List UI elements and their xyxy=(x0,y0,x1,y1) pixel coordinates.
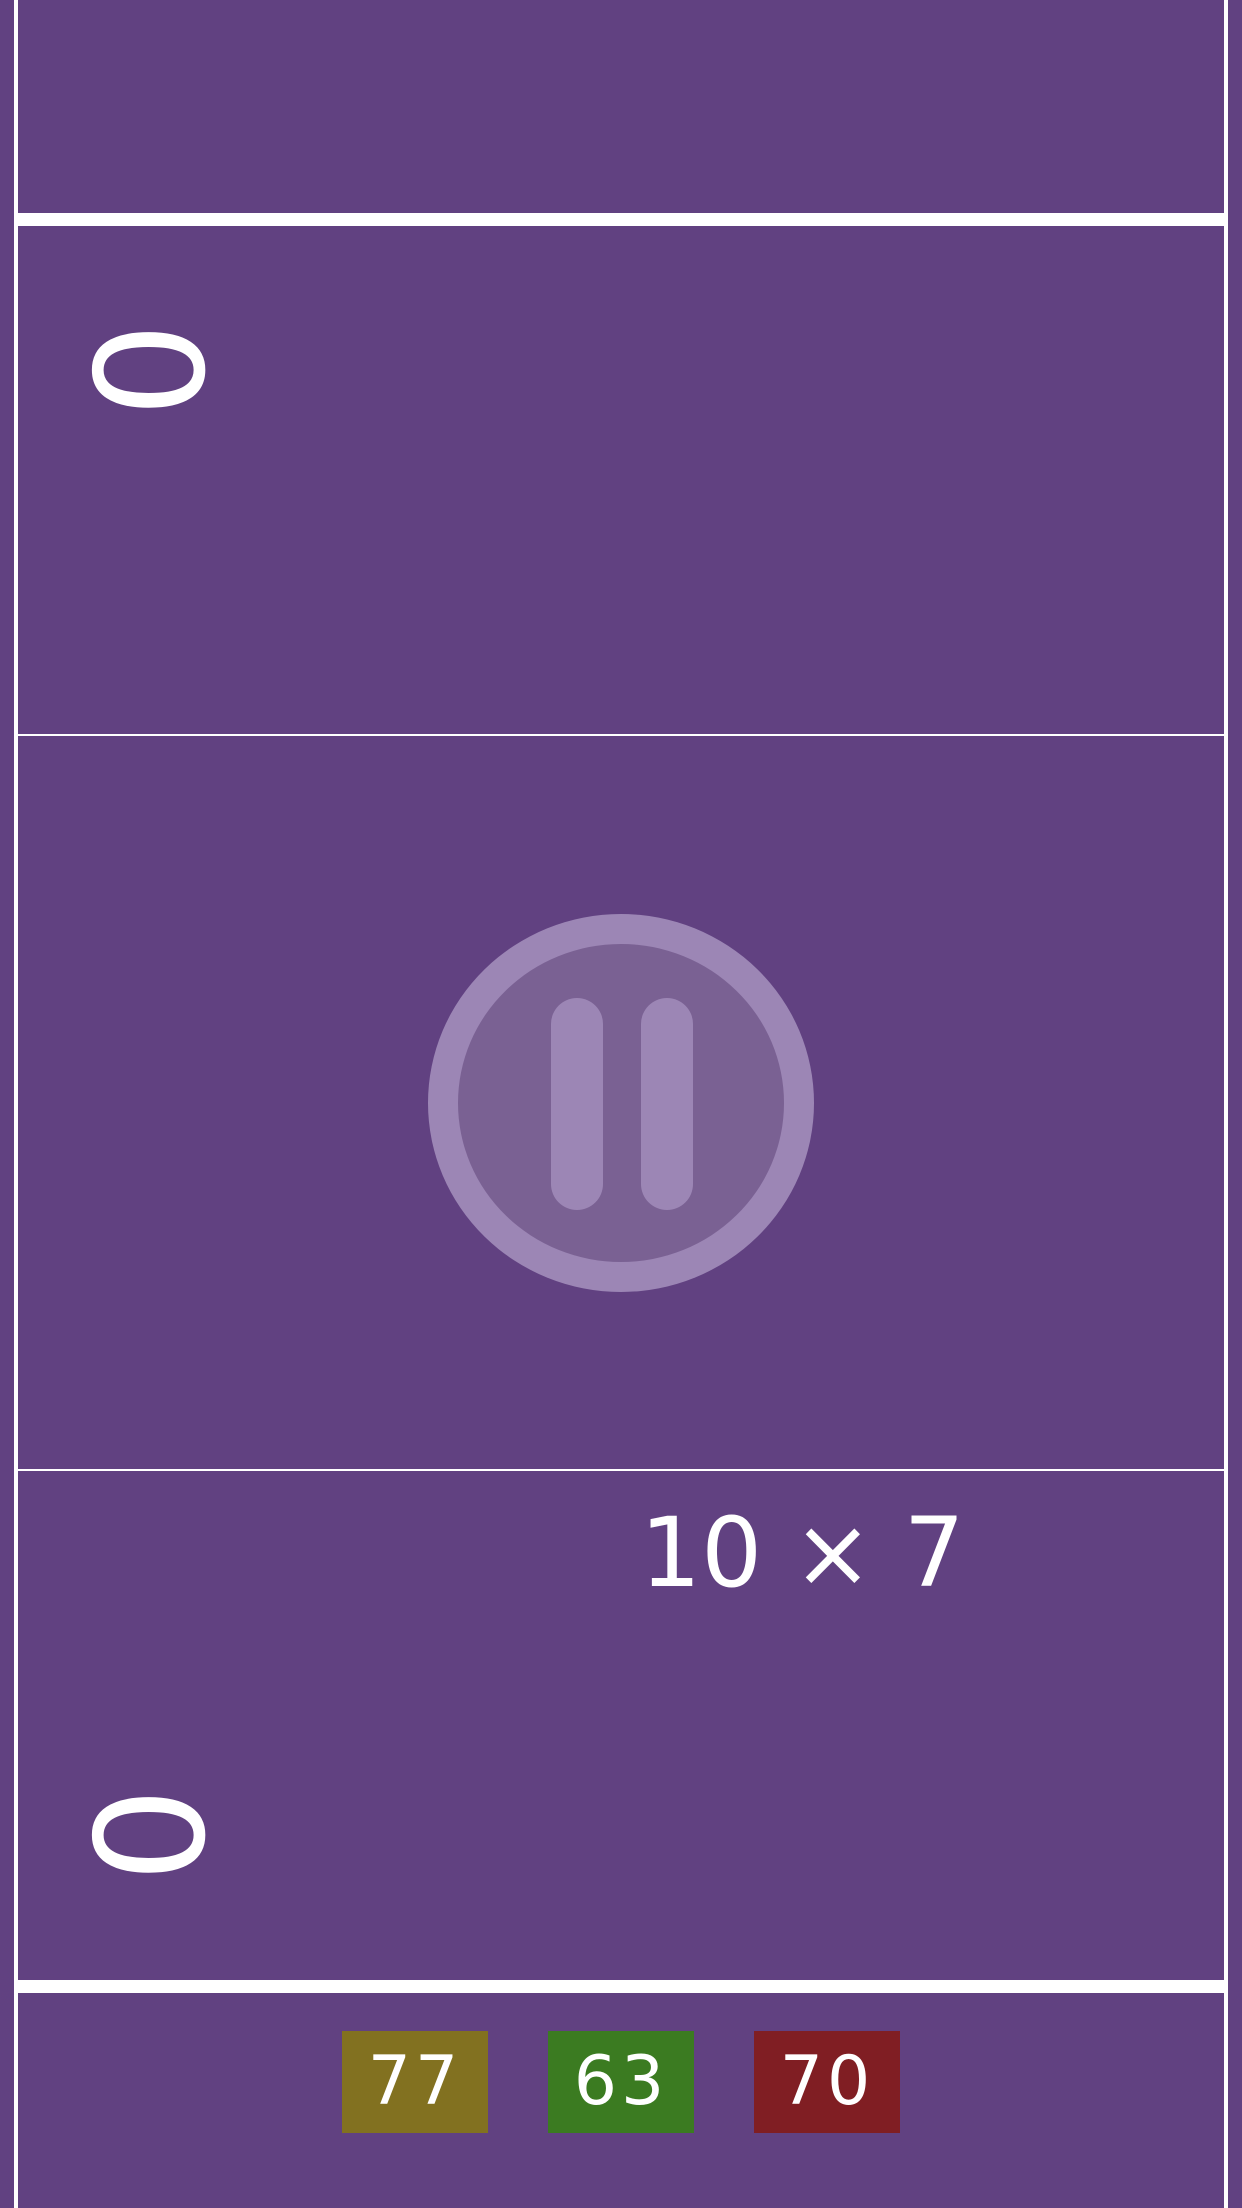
answer-choices: 77 63 70 xyxy=(0,2031,1242,2135)
answer-button-3[interactable]: 70 xyxy=(754,2031,900,2133)
upper-midline xyxy=(14,734,1226,736)
pause-icon xyxy=(458,944,784,1262)
pause-bar-left xyxy=(551,998,603,1210)
top-divider xyxy=(14,213,1226,226)
answer-button-2[interactable]: 63 xyxy=(548,2031,694,2133)
pause-button[interactable] xyxy=(428,914,814,1292)
lower-midline xyxy=(14,1469,1226,1471)
bottom-player-score: 0 xyxy=(58,1787,232,1883)
bottom-divider xyxy=(14,1980,1226,1993)
math-problem: 10 × 7 xyxy=(640,1497,965,1609)
pause-bar-right xyxy=(641,998,693,1210)
top-player-score: 0 xyxy=(58,322,232,418)
left-border-line xyxy=(14,0,18,2208)
answer-button-1[interactable]: 77 xyxy=(342,2031,488,2133)
right-border-line xyxy=(1224,0,1228,2208)
